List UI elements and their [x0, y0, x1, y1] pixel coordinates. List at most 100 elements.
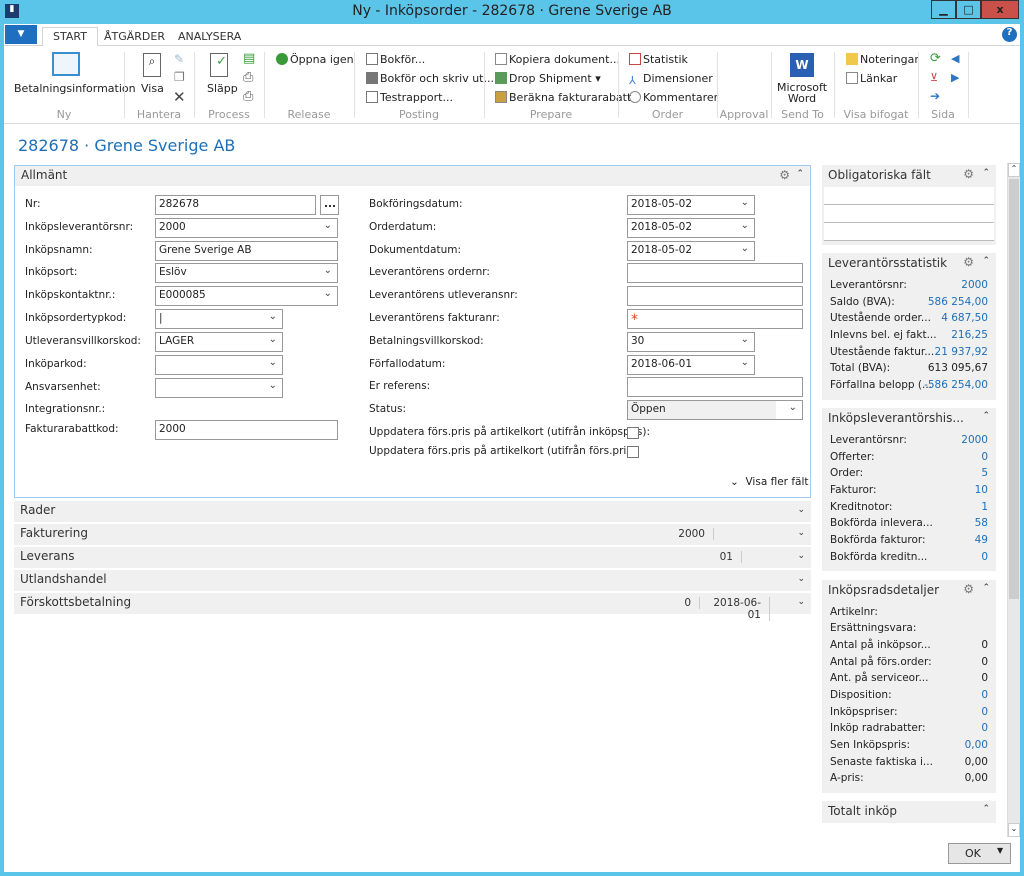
- field-input[interactable]: LAGER ⌄: [155, 332, 283, 352]
- refresh-icon[interactable]: ⟳: [930, 51, 941, 66]
- factbox-header[interactable]: Leverantörsstatistik ⚙ ⌃: [822, 253, 996, 275]
- factbox-row-link[interactable]: 10: [975, 484, 988, 496]
- field-input[interactable]: 2018-05-02 ⌄: [627, 195, 755, 215]
- factbox-row-link[interactable]: 2000: [961, 279, 988, 291]
- factbox-header[interactable]: Obligatoriska fält ⚙ ⌃: [822, 165, 996, 187]
- factbox-row-link[interactable]: 58: [975, 517, 988, 529]
- checkbox[interactable]: [627, 427, 639, 439]
- factbox-row-link[interactable]: -586 254,00: [924, 379, 988, 391]
- bokfor-button[interactable]: Bokför...: [366, 53, 425, 66]
- tab-start[interactable]: START: [42, 27, 98, 47]
- field-input[interactable]: ⌄: [155, 378, 283, 398]
- field-input[interactable]: 2018-05-02 ⌄: [627, 241, 755, 261]
- chevron-down-icon[interactable]: ⌄: [741, 334, 749, 345]
- chevron-down-icon[interactable]: ⌄: [269, 311, 277, 322]
- dropdown-arrow-icon[interactable]: ▼: [997, 846, 1003, 855]
- ok-button[interactable]: OK ▼: [948, 843, 1011, 864]
- field-input[interactable]: 282678: [155, 195, 316, 215]
- edit-icon[interactable]: ✎: [174, 52, 184, 66]
- berakna-fakturarabatt-button[interactable]: Beräkna fakturarabatt: [495, 91, 631, 104]
- collapse-icon[interactable]: ⌃: [982, 804, 990, 814]
- collapse-icon[interactable]: ⌃: [796, 169, 804, 179]
- field-input[interactable]: Öppen ⌄: [627, 400, 803, 420]
- lankar-button[interactable]: Länkar: [846, 72, 897, 85]
- vertical-scrollbar[interactable]: ⌃ ⌄: [1007, 163, 1020, 837]
- field-input[interactable]: [627, 286, 803, 306]
- field-input[interactable]: E000085 ⌄: [155, 286, 338, 306]
- drop-shipment-button[interactable]: Drop Shipment ▾: [495, 72, 601, 85]
- oppna-igen-button[interactable]: Öppna igen: [276, 53, 354, 66]
- visa-button[interactable]: Visa: [141, 82, 164, 95]
- chevron-down-icon[interactable]: ⌄: [741, 243, 749, 254]
- field-input[interactable]: 2000 ⌄: [155, 218, 338, 238]
- chevron-down-icon[interactable]: ⌄: [269, 380, 277, 391]
- collapse-icon[interactable]: ⌃: [982, 168, 990, 178]
- chevron-down-icon[interactable]: ⌄: [797, 574, 805, 584]
- chevron-down-icon[interactable]: ⌄: [324, 265, 332, 276]
- general-fasttab-header[interactable]: Allmänt ⚙ ⌃: [15, 166, 810, 186]
- fasttab-utlandshandel[interactable]: Utlandshandel ⌄: [14, 570, 811, 591]
- maximize-button[interactable]: □: [956, 0, 981, 19]
- chevron-down-icon[interactable]: ⌄: [797, 551, 805, 561]
- scroll-down-icon[interactable]: ⌄: [1008, 823, 1020, 837]
- chevron-down-icon[interactable]: ⌄: [269, 357, 277, 368]
- statistik-button[interactable]: Statistik: [629, 53, 688, 66]
- chevron-down-icon[interactable]: ⌄: [797, 528, 805, 538]
- factbox-header[interactable]: Inköpsradsdetaljer ⚙ ⌃: [822, 580, 996, 602]
- betalningsinformation-button[interactable]: Betalningsinformation: [14, 82, 136, 95]
- previous-icon[interactable]: ◀: [951, 52, 959, 65]
- close-button[interactable]: x: [981, 0, 1019, 19]
- factbox-header[interactable]: Inköpsleverantörshis... ⌃: [822, 408, 996, 430]
- document-icon[interactable]: ▤: [243, 51, 255, 66]
- scrollbar-thumb[interactable]: [1009, 179, 1019, 599]
- chevron-down-icon[interactable]: ⌄: [741, 197, 749, 208]
- chevron-down-icon[interactable]: ⌄: [741, 220, 749, 231]
- kommentarer-button[interactable]: Kommentarer: [629, 91, 718, 104]
- factbox-row-link[interactable]: 216,25: [951, 329, 988, 341]
- field-input[interactable]: *: [627, 309, 803, 329]
- field-input[interactable]: 2018-06-01 ⌄: [627, 355, 755, 375]
- factbox-row-link[interactable]: 0: [981, 451, 988, 463]
- field-input[interactable]: 2000: [155, 420, 338, 440]
- print-icon[interactable]: ⎙: [243, 89, 253, 104]
- field-input[interactable]: ⌄: [155, 355, 283, 375]
- scroll-up-icon[interactable]: ⌃: [1008, 163, 1020, 177]
- factbox-row-link[interactable]: 21 937,92: [935, 346, 988, 358]
- checkbox[interactable]: [627, 446, 639, 458]
- gear-icon[interactable]: ⚙: [779, 168, 790, 182]
- chevron-down-icon[interactable]: ⌄: [269, 334, 277, 345]
- collapse-icon[interactable]: ⌃: [982, 256, 990, 266]
- gear-icon[interactable]: ⚙: [963, 255, 974, 269]
- factbox-row-link[interactable]: 0: [981, 689, 988, 701]
- chevron-down-icon[interactable]: ⌄: [789, 402, 797, 413]
- chevron-down-icon[interactable]: ⌄: [324, 288, 332, 299]
- factbox-row-link[interactable]: 4 687,50: [941, 312, 988, 324]
- factbox-row-link[interactable]: 0: [981, 722, 988, 734]
- factbox-row-link[interactable]: 0: [981, 706, 988, 718]
- clear-filter-icon[interactable]: ⊻: [930, 71, 938, 84]
- noteringar-button[interactable]: Noteringar: [846, 53, 919, 66]
- assist-edit-button[interactable]: ...: [320, 195, 339, 215]
- show-more-fields-link[interactable]: ⌄ Visa fler fält: [730, 476, 809, 488]
- file-menu-button[interactable]: ▼: [5, 25, 37, 44]
- fasttab-leverans[interactable]: Leverans 01 ⌄: [14, 547, 811, 568]
- fasttab-fakturering[interactable]: Fakturering 2000 ⌄: [14, 524, 811, 545]
- new-icon[interactable]: ❐: [174, 70, 185, 84]
- field-input[interactable]: 2018-05-02 ⌄: [627, 218, 755, 238]
- fasttab-förskottsbetalning[interactable]: Förskottsbetalning 2018-06-01 0 ⌄: [14, 593, 811, 621]
- delete-icon[interactable]: ✕: [173, 88, 186, 106]
- field-input[interactable]: 30 ⌄: [627, 332, 755, 352]
- factbox-row-link[interactable]: 1: [981, 501, 988, 513]
- kopiera-dokument-button[interactable]: Kopiera dokument...: [495, 53, 620, 66]
- collapse-icon[interactable]: ⌃: [982, 411, 990, 421]
- tab-analysera[interactable]: ANALYSERA: [168, 28, 251, 45]
- tab-atgarder[interactable]: ÅTGÄRDER: [94, 28, 175, 45]
- help-icon[interactable]: ?: [1002, 27, 1017, 42]
- minimize-button[interactable]: ▁: [931, 0, 956, 19]
- next-icon[interactable]: ▶: [951, 71, 959, 84]
- factbox-header[interactable]: Totalt inköp ⌃: [822, 801, 996, 823]
- chevron-down-icon[interactable]: ⌄: [797, 597, 805, 607]
- microsoft-word-button[interactable]: Microsoft Word: [776, 82, 828, 104]
- factbox-row-link[interactable]: 586 254,00: [928, 296, 988, 308]
- slapp-button[interactable]: Släpp: [207, 82, 238, 95]
